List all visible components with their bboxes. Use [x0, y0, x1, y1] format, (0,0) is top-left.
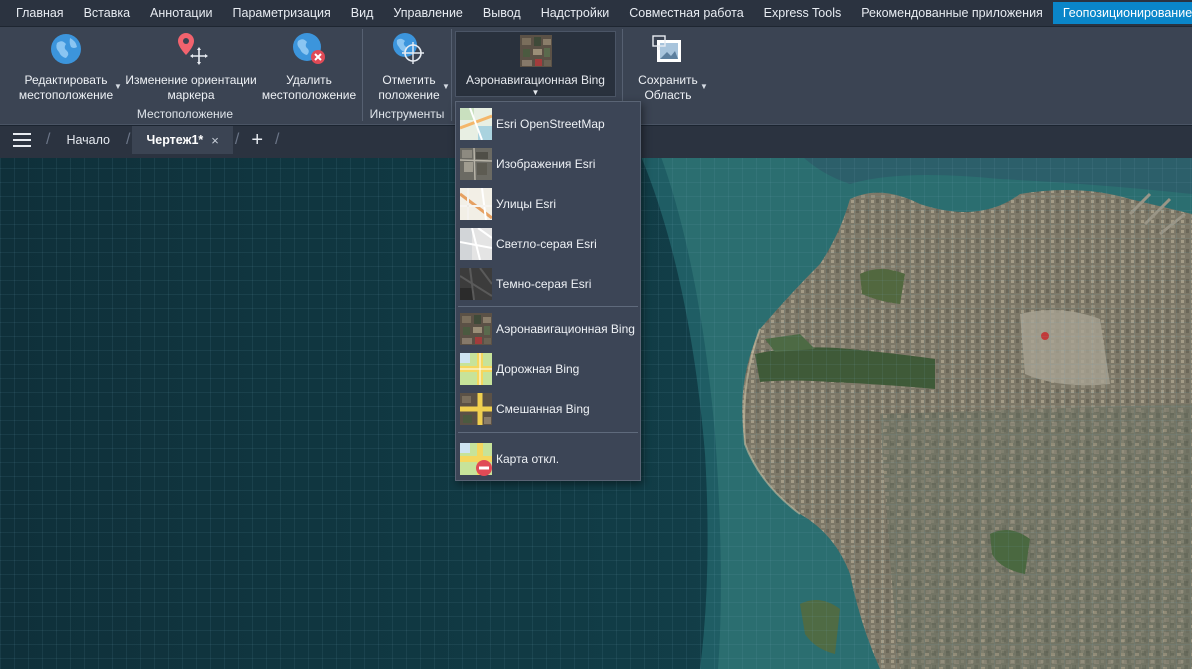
save-area-button[interactable]: Сохранить Область ▼: [628, 31, 708, 103]
tab-view[interactable]: Вид: [341, 2, 384, 24]
basemap-selector-button[interactable]: Аэронавигационная Bing ▼: [455, 31, 616, 97]
map-off-icon: [460, 443, 492, 476]
tab-home[interactable]: Главная: [6, 2, 74, 24]
menu-item-esri-openstreetmap[interactable]: Esri OpenStreetMap: [458, 106, 638, 142]
chevron-down-icon: ▼: [114, 82, 122, 91]
bing-aerial-icon: [519, 35, 552, 67]
save-area-icon: [650, 31, 686, 67]
esri-streets-icon: [459, 187, 493, 221]
menu-item-bing-road[interactable]: Дорожная Bing: [458, 351, 638, 387]
tab-collaborate[interactable]: Совместная работа: [619, 2, 753, 24]
menu-divider: [458, 432, 638, 433]
globe-icon: [48, 31, 84, 67]
remove-location-label: Удалить местоположение: [261, 73, 357, 102]
esri-imagery-icon: [459, 147, 493, 181]
ribbon-divider: [451, 29, 452, 121]
add-tab-icon[interactable]: +: [241, 129, 273, 152]
menu-divider: [458, 306, 638, 307]
reorient-marker-button[interactable]: Изменение ориентации маркера: [124, 31, 258, 103]
menu-item-label: Темно-серая Esri: [496, 277, 592, 291]
tab-annotate[interactable]: Аннотации: [140, 2, 222, 24]
basemap-selector-label: Аэронавигационная Bing: [466, 73, 605, 87]
menu-item-label: Esri OpenStreetMap: [496, 117, 605, 131]
osm-map-icon: [459, 107, 493, 141]
chevron-down-icon: ▼: [700, 82, 708, 91]
tools-group-label: Инструменты: [369, 107, 445, 121]
menu-item-map-off[interactable]: Карта откл.: [458, 441, 638, 477]
tab-express-tools[interactable]: Express Tools: [754, 2, 852, 24]
edit-location-label: Редактировать местоположение: [18, 73, 114, 102]
chevron-down-icon: ▼: [442, 82, 450, 91]
tab-separator: /: [126, 131, 131, 148]
menu-item-label: Аэронавигационная Bing: [496, 322, 635, 336]
globe-remove-icon: [291, 31, 327, 67]
menu-item-esri-light-gray[interactable]: Светло-серая Esri: [458, 226, 638, 262]
menu-item-esri-imagery[interactable]: Изображения Esri: [458, 146, 638, 182]
tab-parametric[interactable]: Параметризация: [223, 2, 341, 24]
menu-icon[interactable]: [0, 126, 44, 154]
tab-addins[interactable]: Надстройки: [531, 2, 620, 24]
menu-item-bing-hybrid[interactable]: Смешанная Bing: [458, 391, 638, 427]
tab-insert[interactable]: Вставка: [74, 2, 140, 24]
mark-position-label: Отметить положение: [378, 73, 440, 102]
remove-location-button[interactable]: Удалить местоположение: [260, 31, 358, 103]
tab-output[interactable]: Вывод: [473, 2, 531, 24]
tab-geolocation[interactable]: Геопозиционирование: [1052, 2, 1192, 24]
tab-separator: /: [46, 131, 51, 148]
bing-aerial-icon: [460, 313, 492, 345]
esri-dark-gray-icon: [459, 267, 493, 301]
mark-position-button[interactable]: Отметить положение ▼: [370, 31, 450, 103]
tab-separator: /: [234, 131, 240, 148]
tab-manage[interactable]: Управление: [383, 2, 473, 24]
tab-start[interactable]: Начало: [52, 126, 124, 154]
chevron-down-icon: ▼: [531, 88, 540, 97]
tab-drawing-label: Чертеж1*: [146, 133, 204, 147]
basemap-dropdown-menu: Esri OpenStreetMap Изображения Esri Улиц…: [455, 101, 641, 481]
save-area-label: Сохранить Область: [638, 73, 698, 102]
menu-item-bing-aerial[interactable]: Аэронавигационная Bing: [458, 311, 638, 347]
globe-crosshair-icon: [391, 31, 427, 67]
marker-move-icon: [173, 31, 209, 67]
menu-item-label: Улицы Esri: [496, 197, 557, 211]
menu-item-label: Карта откл.: [496, 452, 560, 466]
location-group-label: Местоположение: [136, 107, 234, 121]
menu-item-label: Светло-серая Esri: [496, 237, 597, 251]
ribbon-tab-bar: Главная Вставка Аннотации Параметризация…: [0, 0, 1192, 27]
menu-item-esri-dark-gray[interactable]: Темно-серая Esri: [458, 266, 638, 302]
bing-road-icon: [460, 353, 492, 385]
esri-light-gray-icon: [459, 227, 493, 261]
tab-drawing[interactable]: Чертеж1* ×: [132, 126, 233, 154]
tab-separator: /: [275, 131, 280, 148]
reorient-marker-label: Изменение ориентации маркера: [125, 73, 257, 102]
menu-item-label: Смешанная Bing: [496, 402, 590, 416]
bing-hybrid-icon: [460, 393, 492, 425]
edit-location-button[interactable]: Редактировать местоположение ▼: [12, 31, 122, 103]
ribbon-divider: [362, 29, 363, 121]
tab-featured-apps[interactable]: Рекомендованные приложения: [851, 2, 1053, 24]
menu-item-label: Дорожная Bing: [496, 362, 580, 376]
menu-item-esri-streets[interactable]: Улицы Esri: [458, 186, 638, 222]
tab-start-label: Начало: [66, 133, 111, 147]
menu-item-label: Изображения Esri: [496, 157, 596, 171]
close-icon[interactable]: ×: [211, 133, 219, 148]
